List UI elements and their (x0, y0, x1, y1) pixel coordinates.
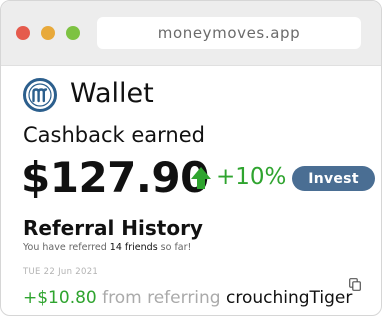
referral-history-title: Referral History (23, 216, 203, 240)
copy-icon[interactable] (349, 278, 361, 291)
referral-summary-suffix: so far! (160, 242, 192, 253)
browser-titlebar: moneymoves.app (1, 1, 381, 66)
invest-button-label: Invest (308, 170, 359, 187)
close-window-button[interactable] (16, 26, 30, 40)
referral-entry: +$10.80 from referring crouchingTiger (23, 287, 352, 309)
minimize-window-button[interactable] (41, 26, 55, 40)
invest-button[interactable]: Invest (292, 166, 375, 191)
referral-entry-date: TUE 22 Jun 2021 (23, 267, 99, 277)
referral-summary: You have referred 14 friends so far! (23, 242, 191, 254)
brand-title: Wallet (70, 78, 154, 109)
cashback-change: +10% (216, 164, 287, 190)
referral-entry-amount: +$10.80 (23, 288, 97, 308)
referral-entry-user: crouchingTiger (226, 288, 353, 308)
arrow-up-icon (191, 167, 211, 189)
cashback-amount: $127.90 (21, 153, 209, 202)
wallet-page: Wallet Cashback earned $127.90 +10% Inve… (1, 66, 381, 315)
browser-window: moneymoves.app Wallet Cashback earned $1… (0, 0, 382, 316)
referral-summary-prefix: You have referred (23, 242, 107, 253)
moneymoves-m-logo-icon (23, 78, 57, 112)
address-url: moneymoves.app (157, 24, 301, 42)
referral-entry-text: from referring (102, 288, 221, 308)
address-bar[interactable]: moneymoves.app (97, 17, 361, 49)
maximize-window-button[interactable] (66, 26, 80, 40)
referral-count: 14 friends (109, 242, 158, 253)
cashback-label: Cashback earned (23, 123, 205, 147)
